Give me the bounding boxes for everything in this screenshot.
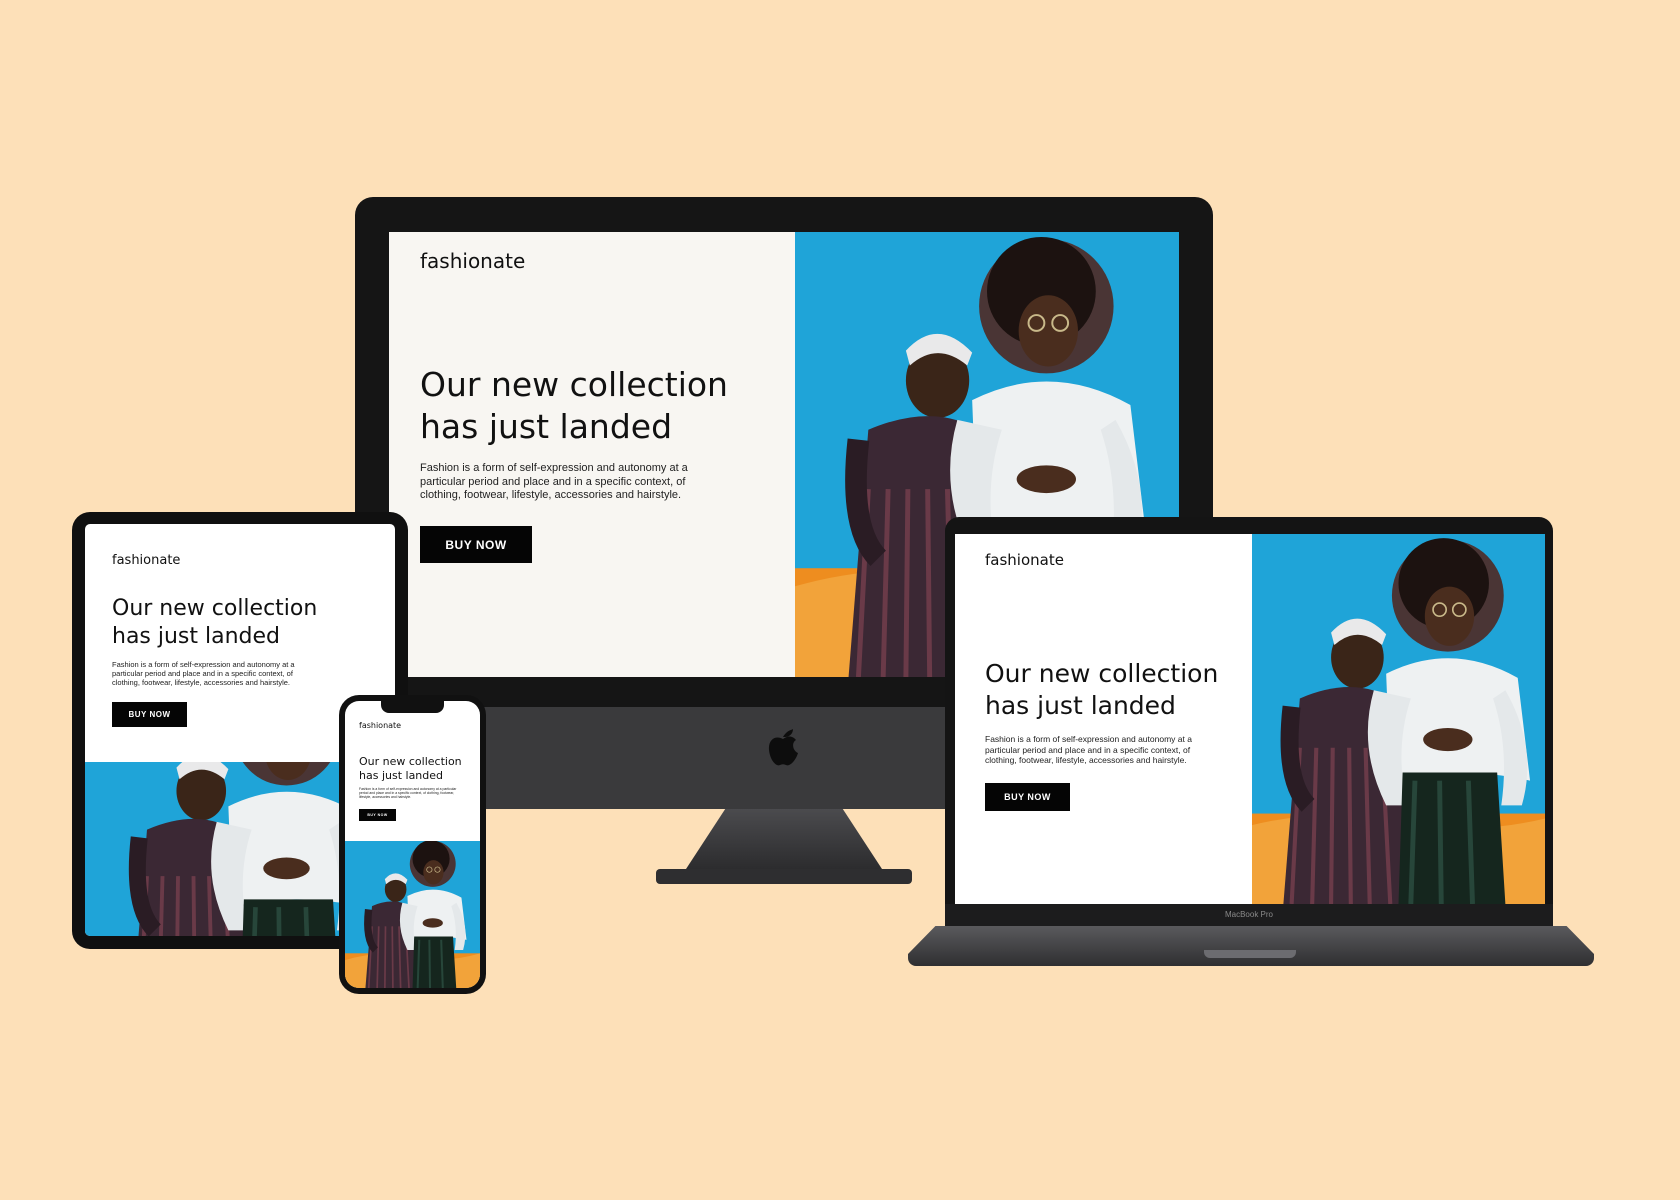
phone-notch [381, 701, 444, 713]
laptop-hero-photo [1252, 534, 1545, 904]
tablet-headline-line-2: has just landed [112, 624, 281, 649]
headline-line-1: Our new collection [420, 365, 728, 404]
buy-now-button[interactable]: BUY NOW [420, 526, 532, 563]
laptop-brand-logo[interactable]: fashionate [985, 551, 1064, 569]
tablet-buy-now-button[interactable]: BUY NOW [112, 702, 187, 727]
phone-description: Fashion is a form of self-expression and… [359, 787, 457, 800]
laptop-keyboard-deck [908, 926, 1594, 966]
phone-screen: fashionate Our new collection has just l… [345, 701, 480, 988]
brand-logo[interactable]: fashionate [420, 249, 525, 273]
laptop-model-label: MacBook Pro [1224, 910, 1274, 919]
monitor-stand [686, 809, 882, 869]
laptop-screen: fashionate Our new collection has just l… [955, 534, 1545, 904]
tablet-headline: Our new collection has just landed [112, 595, 382, 651]
apple-logo-icon [766, 727, 800, 767]
laptop-buy-now-button[interactable]: BUY NOW [985, 783, 1070, 811]
tablet-description: Fashion is a form of self-expression and… [112, 660, 295, 687]
laptop-headline: Our new collection has just landed [985, 658, 1245, 722]
phone-hero-photo [345, 841, 480, 988]
laptop-headline-line-1: Our new collection [985, 659, 1219, 688]
tablet-headline-line-1: Our new collection [112, 596, 318, 621]
phone-headline-line-1: Our new collection [359, 755, 462, 768]
phone-headline: Our new collection has just landed [359, 755, 479, 783]
hero-text-panel: fashionate Our new collection has just l… [389, 232, 795, 677]
laptop-hinge-notch [1204, 950, 1296, 958]
headline-line-2: has just landed [420, 407, 673, 446]
tablet-brand-logo[interactable]: fashionate [112, 553, 180, 568]
phone-brand-logo[interactable]: fashionate [359, 721, 401, 730]
headline: Our new collection has just landed [420, 364, 780, 448]
monitor-foot [656, 869, 912, 884]
laptop-description: Fashion is a form of self-expression and… [985, 734, 1192, 765]
hero-description: Fashion is a form of self-expression and… [420, 462, 688, 501]
phone-buy-now-button[interactable]: BUY NOW [359, 809, 396, 821]
phone-headline-line-2: has just landed [359, 769, 444, 782]
laptop-headline-line-2: has just landed [985, 691, 1176, 720]
laptop-bezel-bottom: MacBook Pro [945, 904, 1553, 926]
